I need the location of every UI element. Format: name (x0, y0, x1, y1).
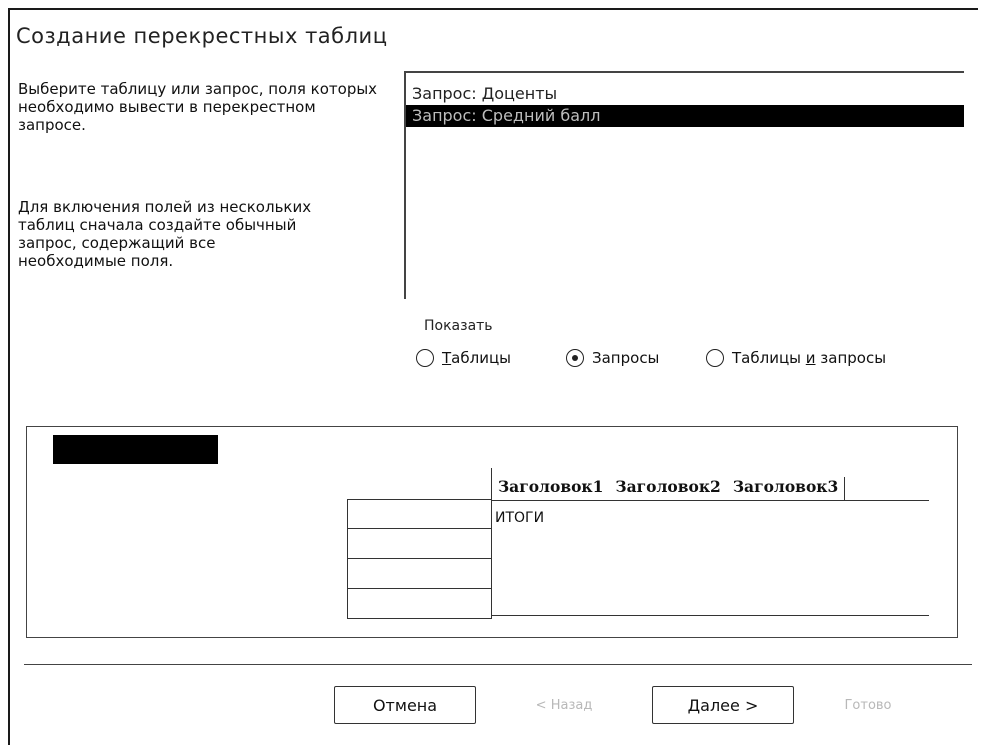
radio-queries-label: Запросы (592, 349, 660, 367)
column-header-1: Заголовок1 (498, 477, 604, 496)
next-button-label: Далее > (687, 695, 759, 715)
radio-tables-and-queries-label: Таблицы и запросы (732, 349, 887, 367)
radio-tables-label: Таблицы (442, 349, 512, 367)
dialog-title: Создание перекрестных таблиц (16, 24, 388, 48)
instruction-text: Выберите таблицу или запрос, поля которы… (18, 80, 378, 134)
preview-values-area (491, 500, 929, 616)
row-header-cell (347, 559, 492, 589)
radio-tables-circle[interactable] (416, 349, 434, 367)
show-group-label: Показать (424, 318, 493, 334)
totals-label: ИТОГИ (495, 510, 545, 526)
next-button[interactable]: Далее > (652, 686, 794, 724)
radio-tables[interactable]: Таблицы (416, 349, 511, 367)
radio-queries-circle[interactable] (566, 349, 584, 367)
column-header-3: Заголовок3 (727, 477, 846, 500)
cancel-button[interactable]: Отмена (334, 686, 476, 724)
row-header-cell (347, 529, 492, 559)
selected-source-label (53, 435, 218, 464)
preview-header-row: Заголовок1 Заголовок2 Заголовок3 (491, 468, 929, 500)
back-button[interactable]: < Назад (514, 686, 614, 724)
row-header-cell (347, 499, 492, 529)
crosstab-preview: Заголовок1 Заголовок2 Заголовок3 ИТОГИ (26, 426, 958, 638)
button-separator (24, 664, 972, 665)
row-headers (347, 499, 492, 619)
header-divider (491, 500, 929, 501)
radio-tables-and-queries[interactable]: Таблицы и запросы (706, 349, 886, 367)
list-item-sredniy-ball[interactable]: Запрос: Средний балл (406, 105, 964, 127)
radio-selected-dot (572, 355, 578, 361)
finish-button[interactable]: Готово (818, 686, 918, 724)
hint-text: Для включения полей из нескольких таблиц… (18, 198, 312, 270)
radio-queries[interactable]: Запросы (566, 349, 659, 367)
row-header-cell (347, 589, 492, 619)
list-item-docenty[interactable]: Запрос: Доценты (406, 83, 964, 105)
radio-tables-and-queries-circle[interactable] (706, 349, 724, 367)
column-header-2: Заголовок2 (615, 477, 721, 496)
tables-queries-listbox[interactable]: Запрос: Доценты Запрос: Средний балл (404, 71, 964, 299)
